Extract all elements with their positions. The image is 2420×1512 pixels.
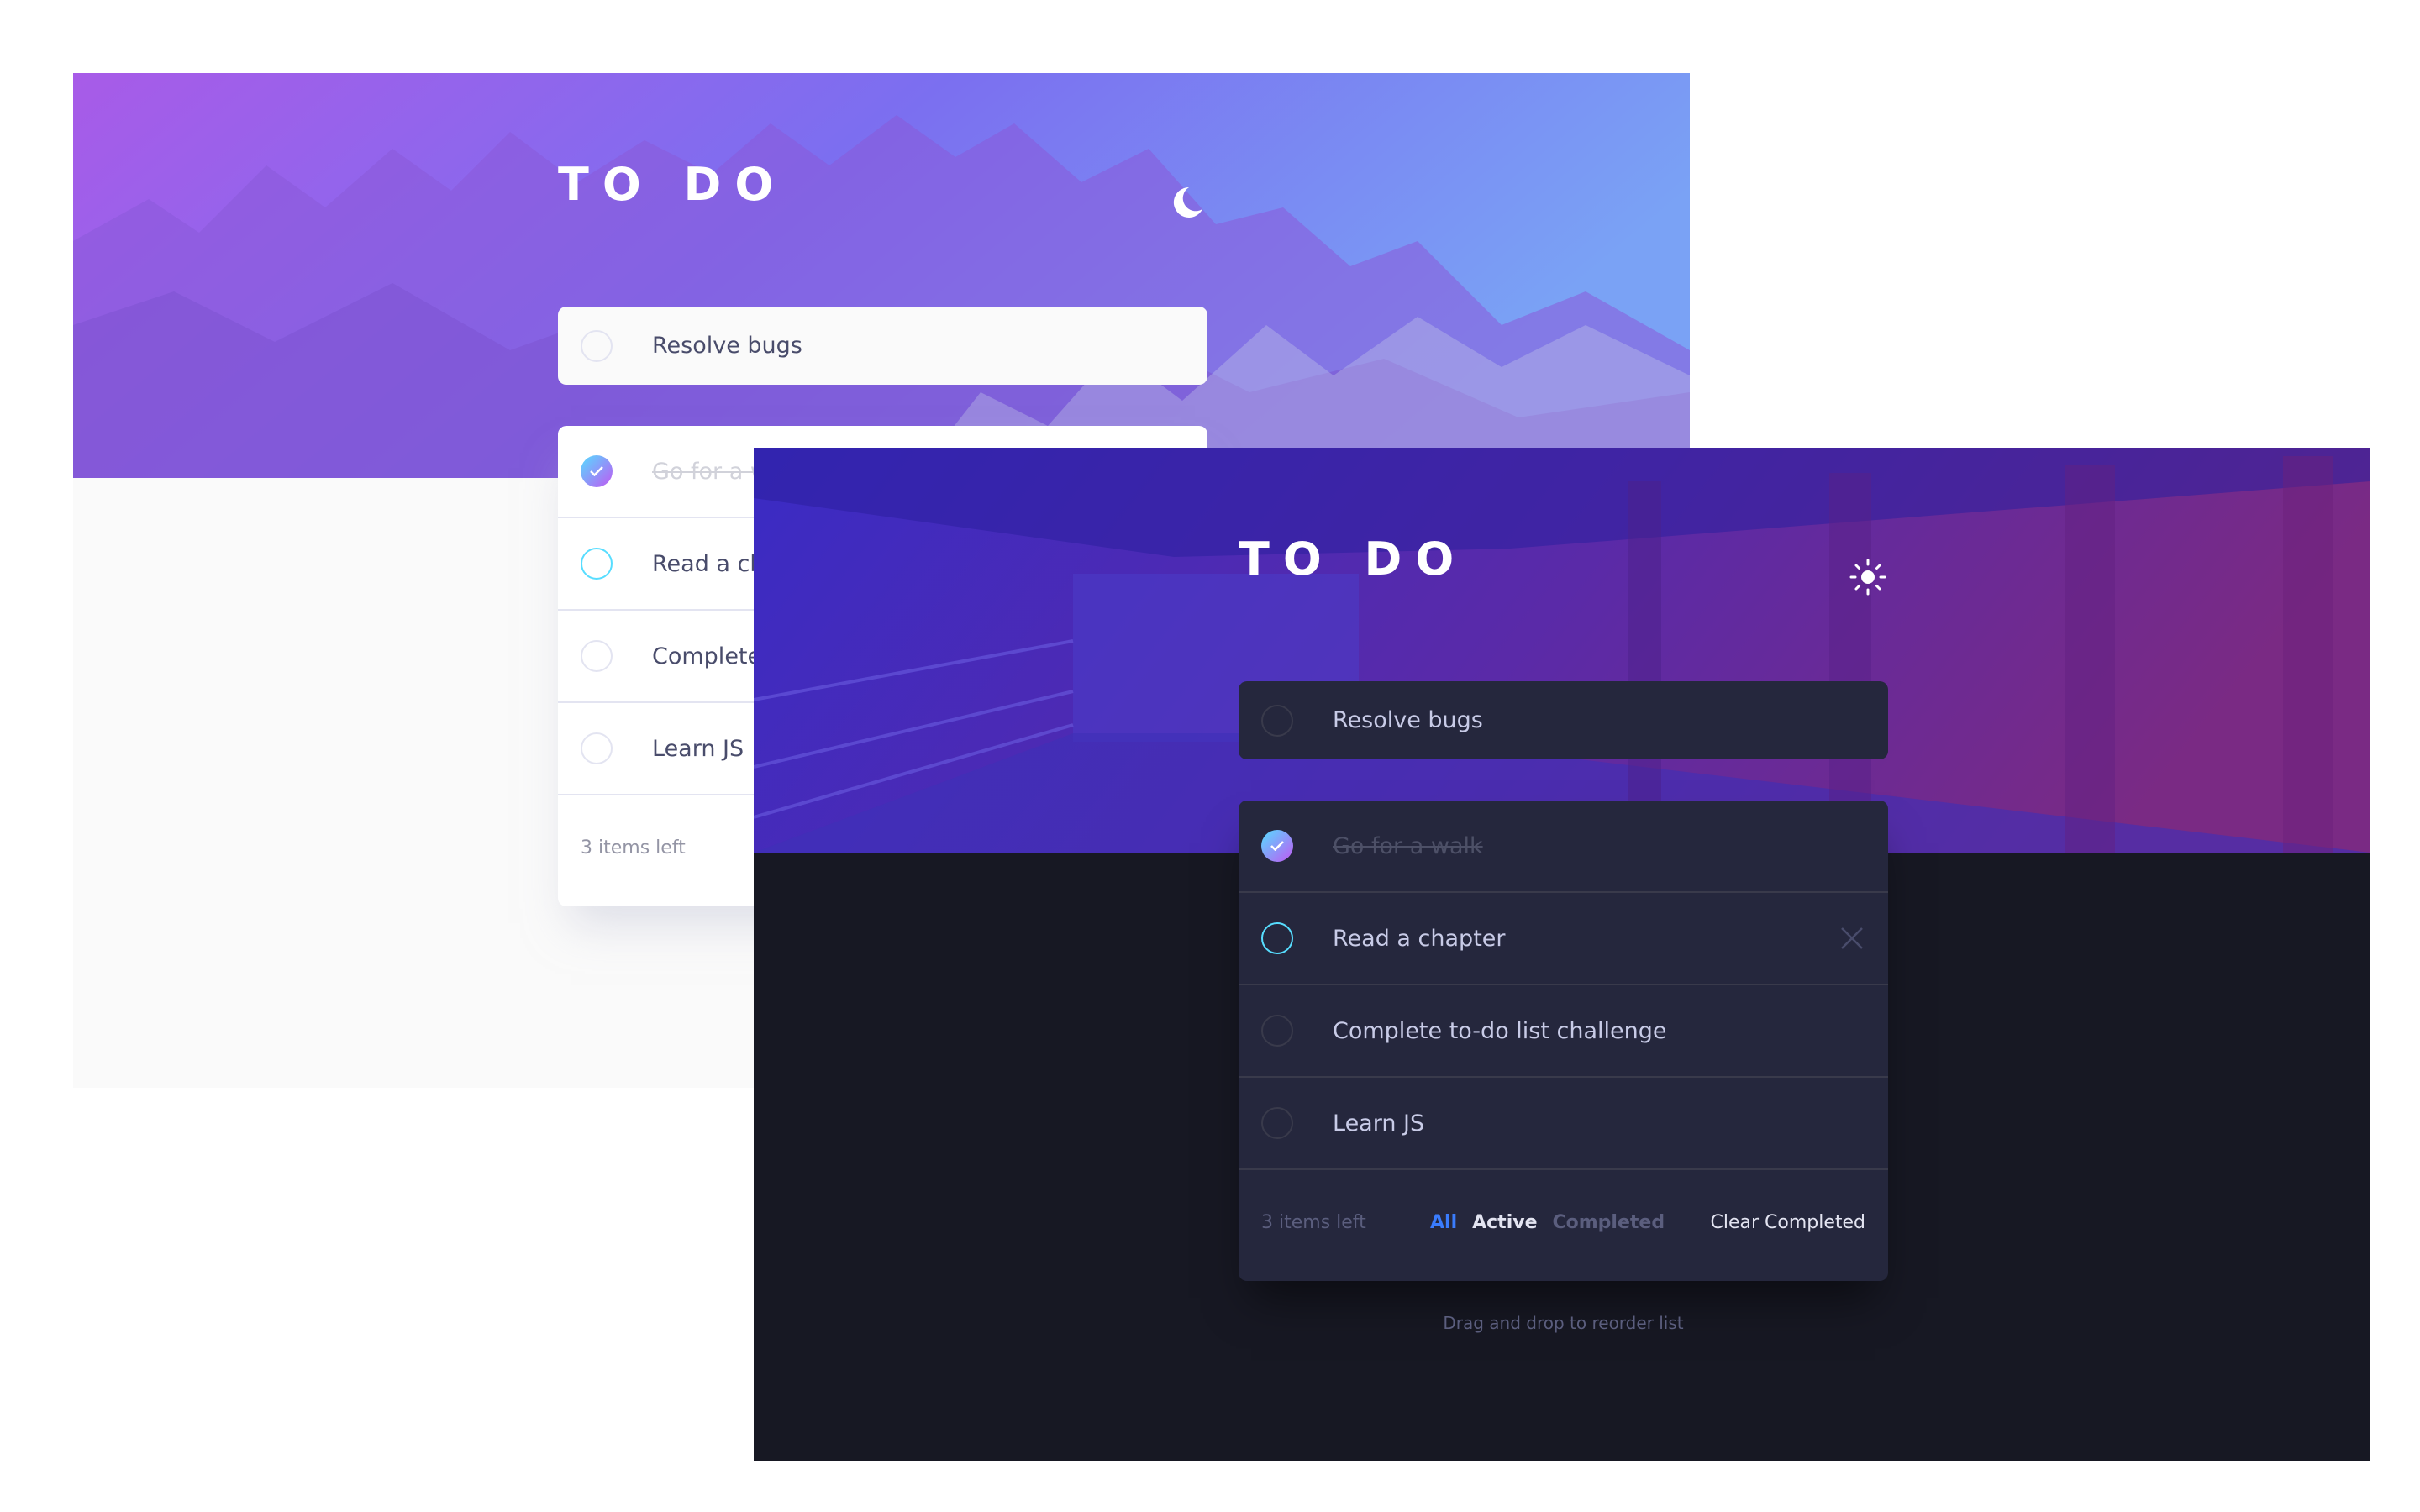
checkbox-checked[interactable]	[1261, 830, 1293, 862]
checkbox[interactable]	[581, 548, 613, 580]
check-icon	[590, 466, 603, 476]
new-todo-check-circle	[581, 329, 613, 362]
todo-text: Learn JS	[652, 735, 744, 762]
app-title: TO DO	[558, 158, 787, 211]
filter-active-button[interactable]: Active	[1472, 1212, 1537, 1233]
filter-group: All Active Completed	[1430, 1212, 1665, 1233]
new-todo-input[interactable]: Resolve bugs	[1239, 681, 1888, 759]
todo-item[interactable]: Complete to-do list challenge	[1239, 985, 1888, 1078]
todo-item[interactable]: Go for a walk	[1239, 801, 1888, 893]
light-hero-mountains-image	[73, 73, 1690, 478]
checkbox[interactable]	[581, 640, 613, 672]
app-title: TO DO	[1239, 533, 1468, 585]
checkbox[interactable]	[1261, 1015, 1293, 1047]
checkbox[interactable]	[1261, 922, 1293, 954]
todo-item[interactable]: Learn JS	[1239, 1078, 1888, 1170]
todo-text: Learn JS	[1333, 1110, 1425, 1137]
todo-item[interactable]: Read a chapter	[1239, 893, 1888, 985]
checkbox-checked[interactable]	[581, 455, 613, 487]
todo-text: Go for a walk	[1333, 832, 1483, 859]
checkbox[interactable]	[581, 732, 613, 764]
filter-completed-button[interactable]: Completed	[1553, 1212, 1665, 1233]
todo-text: Complete to-do list challenge	[1333, 1017, 1667, 1044]
moon-icon	[1173, 186, 1202, 218]
drag-drop-hint: Drag and drop to reorder list	[1443, 1313, 1684, 1333]
todo-text: Read a chapter	[1333, 925, 1506, 952]
theme-toggle-button[interactable]	[1165, 181, 1209, 224]
dark-hero-bridge-image	[754, 448, 2370, 853]
dark-theme-screen: TO DO Resolve bugs Go for a walk Read a …	[754, 448, 2370, 1461]
items-left-count: 3 items left	[1261, 1211, 1366, 1233]
sun-icon	[1849, 559, 1886, 596]
checkbox[interactable]	[1261, 1107, 1293, 1139]
items-left-count: 3 items left	[581, 837, 686, 858]
new-todo-text: Resolve bugs	[1333, 707, 1483, 733]
new-todo-text: Resolve bugs	[652, 333, 802, 359]
todo-list: Go for a walk Read a chapter Complete to…	[1239, 801, 1888, 1281]
theme-toggle-button[interactable]	[1846, 555, 1890, 599]
todo-footer: 3 items left All Active Completed Clear …	[1239, 1170, 1888, 1274]
new-todo-input[interactable]: Resolve bugs	[558, 307, 1207, 385]
check-icon	[1270, 841, 1284, 851]
new-todo-check-circle	[1261, 704, 1293, 737]
filter-all-button[interactable]: All	[1430, 1212, 1457, 1233]
clear-completed-button[interactable]: Clear Completed	[1710, 1212, 1865, 1233]
delete-cross-icon[interactable]	[1839, 926, 1865, 951]
